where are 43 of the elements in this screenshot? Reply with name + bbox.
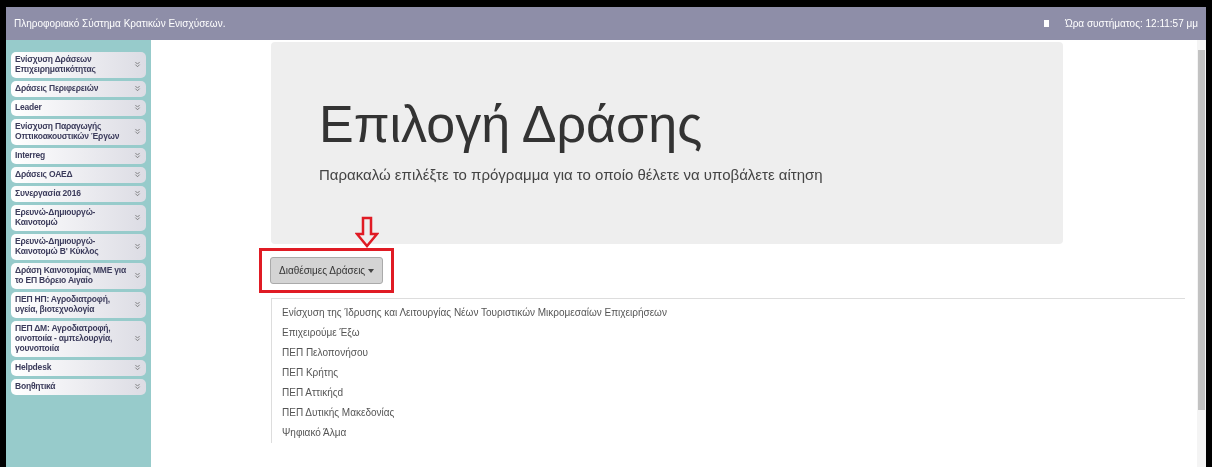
menu-item[interactable]: Ενίσχυση της Ίδρυσης και Λειτουργίας Νέων Τουριστικών Μικρομεσαίων Επιχειρήσεων	[282, 303, 1185, 323]
sidebar-item[interactable]: Leader	[11, 100, 146, 116]
sidebar-item[interactable]: Ερευνώ-Δημιουργώ-Καινοτομώ	[11, 205, 146, 231]
system-clock: Ώρα συστήματος: 12:11:57 μμ	[1065, 18, 1198, 29]
menu-item[interactable]: ΠΕΠ Κρήτης	[282, 363, 1185, 383]
chevrons-down-icon	[133, 188, 142, 198]
chevrons-down-icon	[133, 241, 142, 251]
chevrons-down-icon	[133, 299, 142, 309]
page-icon	[1044, 20, 1050, 27]
chevrons-down-icon	[133, 362, 142, 372]
chevrons-down-icon	[133, 333, 142, 343]
sidebar-item[interactable]: Ενίσχυση Παραγωγής Οπτικοακουστικών Έργων	[11, 119, 146, 145]
scrollbar[interactable]	[1197, 40, 1206, 467]
sidebar-item[interactable]: Ενίσχυση Δράσεων Επιχειρηματικότητας	[11, 52, 146, 78]
menu-item[interactable]: ΠΕΠ Πελοπονήσου	[282, 343, 1185, 363]
available-actions-dropdown[interactable]: Διαθέσιμες Δράσεις	[270, 257, 384, 284]
menu-item[interactable]: Επιχειρούμε Έξω	[282, 323, 1185, 343]
chevrons-down-icon	[133, 59, 142, 69]
chevrons-down-icon	[133, 126, 142, 136]
page-title: Επιλογή Δράσης	[319, 94, 704, 154]
chevrons-down-icon	[133, 270, 142, 280]
page-subtitle: Παρακαλώ επιλέξτε το πρόγραμμα για το οποίο θέλετε να υποβάλετε αίτηση	[319, 166, 824, 183]
chevrons-down-icon	[133, 150, 142, 160]
menu-item[interactable]: ΠΕΠ Αττικήςd	[282, 383, 1185, 403]
sidebar-item[interactable]: Δράση Καινοτομίας ΜΜΕ για το ΕΠ Βόρειο Αιγαίο	[11, 263, 146, 289]
sidebar-item[interactable]: Ερευνώ-Δημιουργώ-Καινοτομώ Β' Κύκλος	[11, 234, 146, 260]
menu-item[interactable]: ΠΕΠ Δυτικής Μακεδονίας	[282, 403, 1185, 423]
menu-item[interactable]: Ψηφιακό Άλμα	[282, 423, 1185, 443]
sidebar-item[interactable]: Interreg	[11, 148, 146, 164]
sidebar-item[interactable]: Helpdesk	[11, 360, 146, 376]
sidebar-item[interactable]: Βοηθητικά	[11, 379, 146, 395]
chevrons-down-icon	[133, 169, 142, 179]
system-title: Πληροφοριακό Σύστημα Κρατικών Ενισχύσεων.	[14, 18, 226, 29]
chevrons-down-icon	[133, 212, 142, 222]
sidebar-item[interactable]: ΠΕΠ ΔΜ: Αγροδιατροφή, οινοποιία - αμπελουργία, γουνοποιία	[11, 321, 146, 357]
caret-icon	[368, 268, 375, 273]
sidebar-item[interactable]: Δράσεις ΟΑΕΔ	[11, 167, 146, 183]
chevrons-down-icon	[133, 102, 142, 112]
sidebar-item[interactable]: Δράσεις Περιφερειών	[11, 81, 146, 97]
sidebar-item[interactable]: ΠΕΠ ΗΠ: Αγροδιατροφή, υγεία, βιοτεχνολογία	[11, 292, 146, 318]
chevrons-down-icon	[133, 83, 142, 93]
chevrons-down-icon	[133, 381, 142, 391]
sidebar-item[interactable]: Συνεργασία 2016	[11, 186, 146, 202]
